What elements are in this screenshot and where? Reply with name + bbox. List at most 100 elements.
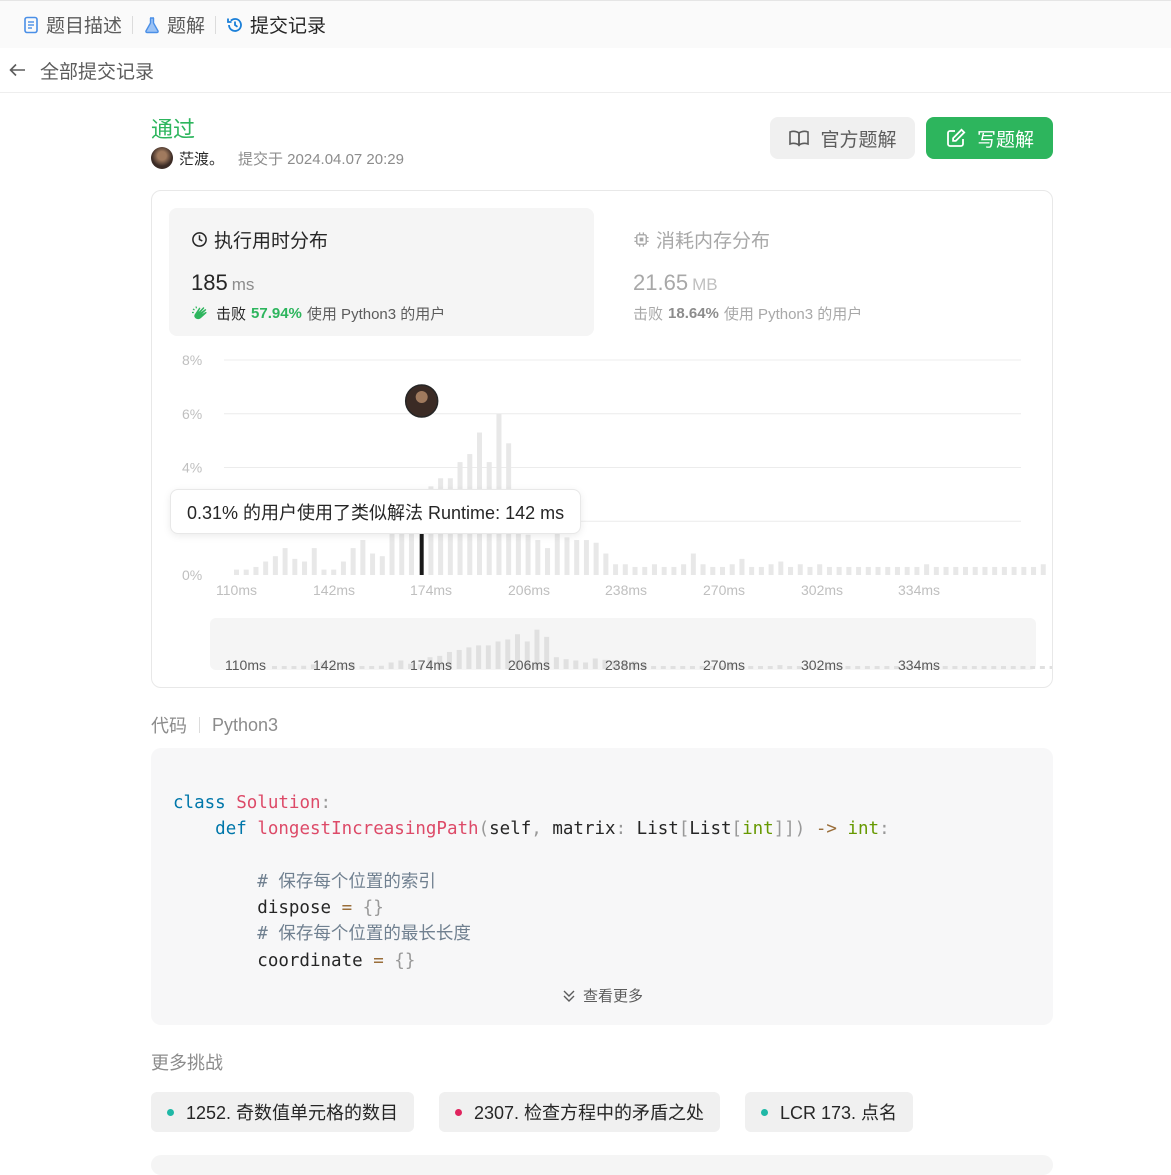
histogram-bar <box>1040 564 1046 575</box>
histogram-bar <box>564 537 570 575</box>
navigator-bar <box>291 666 297 669</box>
navigator-bar <box>1030 666 1036 669</box>
navigator-bar <box>398 660 404 669</box>
x-tick-label: 142ms <box>313 582 355 598</box>
navigator-tick-label: 238ms <box>605 657 647 673</box>
tab-description-label: 题目描述 <box>46 16 123 37</box>
official-solution-button[interactable]: 官方题解 <box>770 117 915 159</box>
histogram-bar <box>797 564 803 575</box>
navigator-bar <box>991 666 997 669</box>
histogram-bar <box>282 548 288 575</box>
histogram-bar <box>1001 566 1007 575</box>
navigator-bar <box>971 666 977 669</box>
username[interactable]: 茫渡。 <box>179 148 224 169</box>
histogram-bar <box>603 553 609 575</box>
y-tick-label: 8% <box>182 352 202 368</box>
histogram-bar <box>768 564 774 575</box>
official-solution-label: 官方题解 <box>820 129 897 151</box>
histogram-bar <box>554 532 560 575</box>
book-icon <box>789 130 810 147</box>
arrow-left-icon[interactable] <box>8 60 28 80</box>
tab-submissions[interactable]: 提交记录 <box>216 12 336 38</box>
histogram-bar <box>272 556 278 575</box>
challenge-label: LCR 173. 点名 <box>780 1103 898 1123</box>
histogram-bar <box>613 564 619 575</box>
navigator-bar <box>573 660 579 669</box>
histogram-bar <box>593 542 599 575</box>
tab-submissions-label: 提交记录 <box>250 16 327 37</box>
navigator-bar <box>272 666 277 669</box>
code-language: Python3 <box>212 714 279 735</box>
histogram-bar <box>263 561 269 575</box>
histogram-bar <box>749 566 755 575</box>
navigator-bar <box>748 666 754 669</box>
distribution-card: 执行用时分布 185 ms 击败 57.94% 使用 Python3 的用户 消耗… <box>151 190 1053 688</box>
navigator-bar <box>1001 666 1006 669</box>
navigator-tick-label: 142ms <box>313 657 355 673</box>
navigator-bar <box>767 666 773 669</box>
navigator-bar <box>553 657 559 669</box>
challenge-label: 2307. 检查方程中的矛盾之处 <box>474 1103 705 1123</box>
back-label[interactable]: 全部提交记录 <box>40 57 154 84</box>
difficulty-dot <box>761 1108 768 1116</box>
x-tick-label: 174ms <box>410 582 452 598</box>
navigator-bar <box>758 666 763 669</box>
more-challenges-title: 更多挑战 <box>151 1053 223 1073</box>
challenge-chip[interactable]: LCR 173. 点名 <box>745 1092 914 1132</box>
histogram-bar <box>234 569 239 575</box>
history-icon <box>227 17 242 32</box>
tab-solutions[interactable]: 题解 <box>133 12 215 38</box>
difficulty-dot <box>455 1108 462 1116</box>
challenge-chip[interactable]: 1252. 奇数值单元格的数目 <box>151 1092 415 1132</box>
navigator-bar <box>1010 666 1016 669</box>
histogram-bar <box>525 534 531 575</box>
histogram-bar <box>253 566 259 575</box>
navigator-bar <box>981 666 987 669</box>
histogram-bar <box>681 564 687 575</box>
navigator-bar <box>456 649 462 669</box>
histogram-bar <box>535 540 541 575</box>
show-more-button[interactable]: 查看更多 <box>151 985 1053 1006</box>
challenge-chip[interactable]: 2307. 检查方程中的矛盾之处 <box>439 1092 721 1132</box>
navigator-bar <box>942 666 948 669</box>
histogram-bar <box>943 566 949 575</box>
histogram-bar <box>885 566 891 575</box>
code-block[interactable]: class Solution: def longestIncreasingPat… <box>151 748 1053 1025</box>
tab-solutions-label: 题解 <box>167 16 206 37</box>
x-tick-label: 238ms <box>605 582 647 598</box>
navigator-bar <box>301 665 307 669</box>
navigator-tick-label: 270ms <box>703 657 745 673</box>
navigator-bar <box>952 666 958 669</box>
histogram-bar <box>350 548 356 575</box>
histogram-bar <box>632 566 638 575</box>
avatar[interactable] <box>151 147 173 169</box>
navigator-bar <box>476 645 482 669</box>
navigator-bar <box>787 666 793 669</box>
histogram-bar <box>982 566 988 575</box>
navigator-bar <box>1039 666 1045 669</box>
histogram-bar <box>661 566 667 575</box>
tab-description[interactable]: 题目描述 <box>12 12 132 38</box>
navigator-tick-label: 302ms <box>801 657 843 673</box>
submission-meta: 茫渡。 提交于 2024.04.07 20:29 <box>151 147 404 169</box>
histogram-bar <box>710 566 716 575</box>
submission-status: 通过 <box>151 117 196 142</box>
code-header: 代码 Python3 <box>151 712 278 738</box>
histogram-bar <box>904 566 910 575</box>
histogram-bar <box>243 569 249 575</box>
histogram-bar <box>583 540 589 575</box>
histogram-bar <box>953 566 959 575</box>
histogram-bar <box>739 558 745 575</box>
navigator-bar <box>884 666 890 669</box>
write-solution-button[interactable]: 写题解 <box>926 117 1053 159</box>
navigator-bar <box>777 665 783 669</box>
navigator-bar <box>369 666 375 669</box>
histogram-bar <box>671 566 677 575</box>
navigator-bar <box>281 666 287 669</box>
histogram-bar <box>651 564 657 575</box>
runtime-distribution-chart[interactable]: 0% 4% 6% 8% 110ms 142ms 174ms 206ms 238ms 270ms 30… <box>152 191 1052 687</box>
back-bar[interactable]: 全部提交记录 <box>0 48 1171 93</box>
histogram-bar <box>933 566 939 575</box>
navigator-bar <box>660 666 666 669</box>
navigator-bar <box>359 666 365 669</box>
